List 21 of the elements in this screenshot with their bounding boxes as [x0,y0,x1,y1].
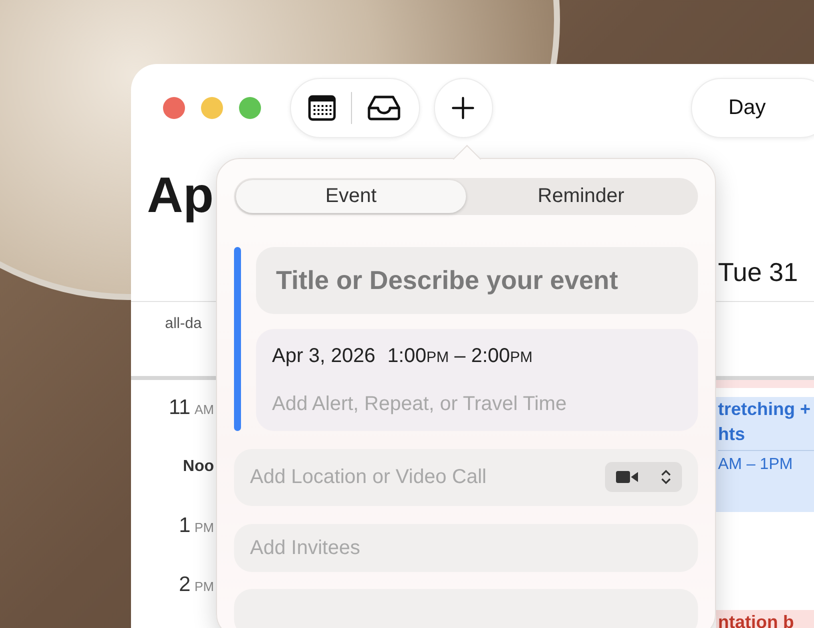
hour-label: 1 PM [178,513,214,539]
month-title: Ap [147,167,214,223]
tab[interactable]: Reminder [466,180,696,213]
video-camera-icon [616,470,638,484]
day-header: Tue 31 [718,256,798,289]
title-field[interactable]: Title or Describe your event [256,246,698,314]
hour-label: Noo [182,457,214,477]
tab[interactable]: Event [236,180,466,213]
date-time-text[interactable]: Apr 3, 2026 1:00PM – 2:00PM [272,340,682,371]
plus-icon [451,96,476,120]
close-button[interactable] [163,97,185,119]
inbox-icon[interactable] [367,95,402,121]
calendar-event[interactable]: ntation b [716,610,814,628]
calendar-icon[interactable] [308,95,336,121]
all-day-label: all-da [165,315,202,332]
view-button[interactable]: Day [691,78,814,138]
video-call-button[interactable] [605,462,682,492]
hour-label: 11 AM [168,395,214,421]
calendar-event[interactable]: tretching + hts AM – 1PM [716,397,814,512]
chevron-up-down-icon [661,469,671,486]
hour-label: 2 PM [178,572,214,598]
